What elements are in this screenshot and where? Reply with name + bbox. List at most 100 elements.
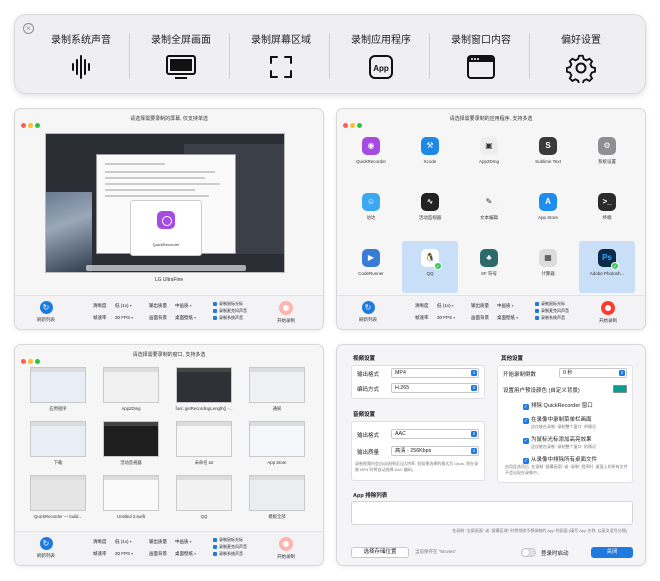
record-cursor-checkbox[interactable]: 录制鼠标光标 xyxy=(213,301,243,307)
app-item[interactable]: 🐧 ✓ QQ xyxy=(402,241,458,293)
zoom-window-button[interactable] xyxy=(35,123,40,128)
start-recording-button[interactable]: 开始录制 xyxy=(591,301,625,324)
record-area-button[interactable]: 录制屏幕区域 xyxy=(237,15,325,95)
toolbar-item-label: 录制系统声音 xyxy=(51,35,111,46)
window-item[interactable]: QQ xyxy=(171,475,237,525)
close-window-button[interactable] xyxy=(21,359,26,364)
close-icon[interactable]: × xyxy=(23,23,34,34)
audio-quality-select[interactable]: 高清 - 256Kbps ⇕ xyxy=(391,446,479,456)
app-item[interactable]: ⚒ Xcode xyxy=(402,129,458,181)
minimize-window-button[interactable] xyxy=(350,123,355,128)
app-item[interactable]: ✎ 文本编辑 xyxy=(461,185,517,237)
app-item[interactable]: ⚙ 系统设置 xyxy=(579,129,635,181)
start-recording-button[interactable]: 开始录制 xyxy=(269,537,303,560)
app-icon: ▣ xyxy=(480,137,498,155)
countdown-select[interactable]: 0 秒 ⇕ xyxy=(559,368,627,378)
app-item[interactable]: ◉ QuickRecorder xyxy=(343,129,399,181)
app-item[interactable]: ▦ 计算器 xyxy=(520,241,576,293)
encoder-select[interactable]: H.265 ⇕ xyxy=(391,383,479,393)
record-window-button[interactable]: 录制窗口内容 xyxy=(437,15,525,95)
quality-select[interactable]: 中画质 xyxy=(175,303,192,309)
refresh-list-button[interactable]: ↻ 刷新列表 xyxy=(31,537,61,559)
window-item[interactable]: 下载 xyxy=(25,421,91,471)
record-icon xyxy=(601,301,615,315)
record-cursor-checkbox[interactable]: 录制鼠标光标 xyxy=(535,301,565,307)
record-system-audio-checkbox[interactable]: 录制系统声音 xyxy=(213,315,243,321)
minimize-window-button[interactable] xyxy=(28,359,33,364)
app-item[interactable]: ▣ App2Dmg xyxy=(461,129,517,181)
record-system-audio-checkbox[interactable]: 录制系统声音 xyxy=(213,551,243,557)
app-item[interactable]: ▶ CodeRunner xyxy=(343,241,399,293)
app-item[interactable]: S Sublime Text xyxy=(520,129,576,181)
window-thumbnail xyxy=(249,367,305,403)
background-select[interactable]: 桌面壁纸 xyxy=(175,551,196,557)
quality-select[interactable]: 中画质 xyxy=(497,303,514,309)
close-button[interactable]: 关闭 xyxy=(591,547,633,558)
record-fullscreen-button[interactable]: 录制全屏画面 xyxy=(137,15,225,95)
background-select[interactable]: 桌面壁纸 xyxy=(175,315,196,321)
fps-select[interactable]: 30 FPS xyxy=(437,315,455,320)
window-item[interactable]: 活动监视器 xyxy=(98,421,164,471)
app-item[interactable]: ☺ 访达 xyxy=(343,185,399,237)
choose-save-location-button[interactable]: 选择存储位置 xyxy=(351,547,409,558)
exclude-self-checkbox[interactable]: ✓ 排除 QuickRecorder 窗口 xyxy=(523,401,593,410)
preferences-button[interactable]: 偏好设置 xyxy=(537,15,625,95)
window-item[interactable]: QuickRecorder — build... xyxy=(25,475,91,525)
app-exclude-input[interactable] xyxy=(351,501,633,525)
resolution-select[interactable]: 低 (1x) xyxy=(115,303,132,309)
record-mic-checkbox[interactable]: 录制麦克风声音 xyxy=(213,308,247,314)
record-cursor-checkbox[interactable]: 录制鼠标光标 xyxy=(213,537,243,543)
hide-desktop-files-checkbox[interactable]: ✓ 从录像中排除所有桌面文件 xyxy=(523,455,597,464)
window-item[interactable]: App Store xyxy=(244,421,310,471)
app-item[interactable]: ∿ 活动监视器 xyxy=(402,185,458,237)
video-format-select[interactable]: MP4 ⇕ xyxy=(391,368,479,378)
window-name: 模板全部 xyxy=(268,514,286,519)
window-name: QuickRecorder — build... xyxy=(33,514,82,519)
background-select[interactable]: 桌面壁纸 xyxy=(497,315,518,321)
app-name: QQ xyxy=(426,271,434,276)
thumbnail-titlebar xyxy=(250,368,304,372)
record-mic-checkbox[interactable]: 录制麦克风声音 xyxy=(213,544,247,550)
refresh-icon: ↻ xyxy=(39,537,53,550)
fps-select[interactable]: 30 FPS xyxy=(115,315,133,320)
launch-at-login-toggle[interactable] xyxy=(521,548,536,557)
app-icon: ▦ xyxy=(539,249,557,267)
record-system-audio-button[interactable]: 录制系统声音 xyxy=(37,15,125,95)
zoom-window-button[interactable] xyxy=(357,123,362,128)
window-item[interactable]: func getRecordingLength() -... xyxy=(171,367,237,417)
audio-format-select[interactable]: AAC ⇕ xyxy=(391,429,479,439)
refresh-list-button[interactable]: ↻ 刷新列表 xyxy=(31,301,61,323)
record-menubar-checkbox[interactable]: ✓ 在录像中录制菜单栏画面 xyxy=(523,415,592,424)
window-item[interactable]: 通知 xyxy=(244,367,310,417)
refresh-list-button[interactable]: ↻ 刷新列表 xyxy=(353,301,383,323)
refresh-icon: ↻ xyxy=(361,301,375,314)
window-item[interactable]: Untitled 3.swift xyxy=(98,475,164,525)
window-item[interactable]: App2Dmg xyxy=(98,367,164,417)
close-window-button[interactable] xyxy=(343,123,348,128)
app-name: Sublime Text xyxy=(535,159,561,164)
cursor-highlight-checkbox[interactable]: ✓ 为鼠标光标添加高亮效果 xyxy=(523,435,592,444)
app-item[interactable]: Ps ✓ Adobe Photosh... xyxy=(579,241,635,293)
checkmark-icon: ✓ xyxy=(523,417,529,424)
window-item[interactable]: 应用程序 xyxy=(25,367,91,417)
background-color-well[interactable] xyxy=(613,385,627,393)
minimize-window-button[interactable] xyxy=(28,123,33,128)
record-system-audio-checkbox[interactable]: 录制系统声音 xyxy=(535,315,565,321)
start-recording-button[interactable]: 开始录制 xyxy=(269,301,303,324)
quality-select[interactable]: 中画质 xyxy=(175,539,192,545)
window-item[interactable]: 模板全部 xyxy=(244,475,310,525)
crop-frame-icon xyxy=(270,56,292,78)
record-mic-checkbox[interactable]: 录制麦克风声音 xyxy=(535,308,569,314)
record-app-button[interactable]: 录制应用程序 App xyxy=(337,15,425,95)
app-item[interactable]: >_ 终端 xyxy=(579,185,635,237)
app-item[interactable]: ♣ SF 符号 xyxy=(461,241,517,293)
close-window-button[interactable] xyxy=(21,123,26,128)
zoom-window-button[interactable] xyxy=(35,359,40,364)
window-item[interactable]: 未命名.txt xyxy=(171,421,237,471)
resolution-select[interactable]: 低 (1x) xyxy=(437,303,454,309)
app-item[interactable]: A App Store xyxy=(520,185,576,237)
screen-preview[interactable]: QuickRecorder xyxy=(45,133,285,273)
fps-select[interactable]: 30 FPS xyxy=(115,551,133,556)
resolution-select[interactable]: 低 (1x) xyxy=(115,539,132,545)
app-name: CodeRunner xyxy=(358,271,384,276)
